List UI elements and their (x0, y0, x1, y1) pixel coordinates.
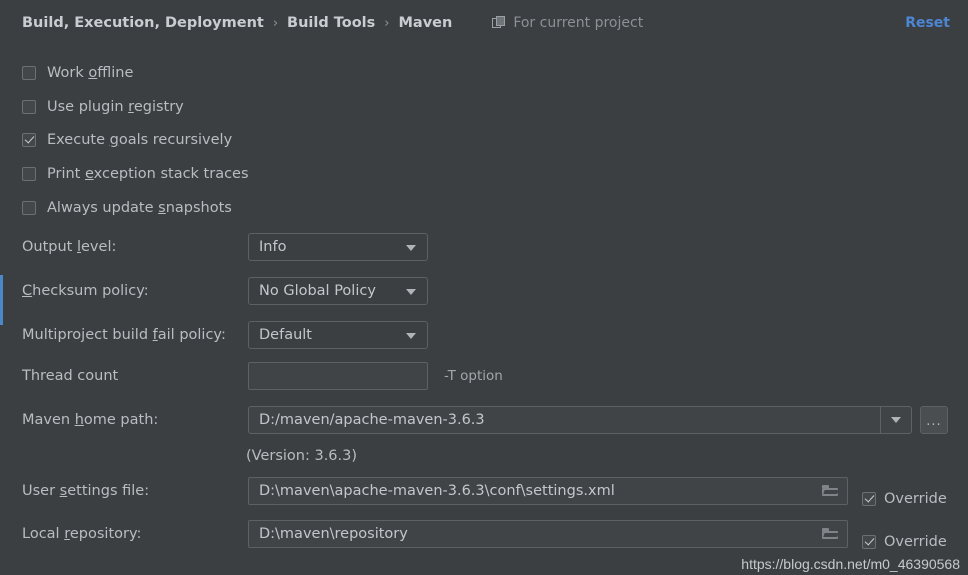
checkbox-row-print-exception-stack-traces[interactable]: Print exception stack traces (22, 161, 249, 187)
maven-home-path-browse-button[interactable]: ... (920, 406, 948, 434)
dropdown-value-checksum-policy: No Global Policy (259, 283, 376, 299)
dropdown-value-output-level: Info (259, 239, 287, 255)
label-multiproject-build-fail-policy: Multiproject build fail policy: (22, 327, 226, 343)
chevron-down-icon (406, 289, 416, 295)
scope-indicator: For current project (492, 15, 643, 31)
dropdown-output-level[interactable]: Info (248, 233, 428, 261)
breadcrumb-item-0[interactable]: Build, Execution, Deployment (22, 15, 264, 31)
override-row-user-settings-file[interactable]: Override (862, 491, 947, 507)
label-output-level: Output level: (22, 239, 117, 255)
input-local-repository[interactable]: D:\maven\repository (248, 520, 848, 548)
input-value-user-settings-file: D:\maven\apache-maven-3.6.3\conf\setting… (259, 483, 615, 499)
chevron-down-icon (891, 417, 901, 423)
watermark: https://blog.csdn.net/m0_46390568 (741, 556, 960, 572)
checkbox-print-exception-stack-traces[interactable] (22, 167, 36, 181)
checkbox-use-plugin-registry[interactable] (22, 100, 36, 114)
chevron-down-icon (406, 245, 416, 251)
field-row-output-level: Output level: Info (22, 233, 428, 261)
maven-home-path-dropdown-button[interactable] (880, 407, 911, 433)
breadcrumb: Build, Execution, Deployment › Build Too… (22, 15, 452, 31)
checkbox-work-offline[interactable] (22, 66, 36, 80)
chevron-down-icon (406, 333, 416, 339)
field-row-maven-home-path: Maven home path: D:/maven/apache-maven-3… (22, 406, 948, 434)
hint-thread-count: -T option (444, 368, 503, 384)
maven-version-note: (Version: 3.6.3) (246, 448, 358, 464)
field-row-local-repository: Local repository: D:\maven\repository (22, 520, 848, 548)
checkbox-row-work-offline[interactable]: Work offline (22, 60, 133, 86)
layers-icon (492, 16, 506, 30)
label-maven-home-path: Maven home path: (22, 412, 159, 428)
label-thread-count: Thread count (22, 368, 119, 384)
checkbox-override-user-settings-file[interactable] (862, 492, 876, 506)
breadcrumb-separator-0: › (272, 15, 279, 31)
field-row-user-settings-file: User settings file: D:\maven\apache-mave… (22, 477, 848, 505)
checkbox-override-local-repository[interactable] (862, 535, 876, 549)
checkbox-row-execute-goals-recursively[interactable]: Execute goals recursively (22, 127, 232, 153)
override-row-local-repository[interactable]: Override (862, 534, 947, 550)
maven-settings-form: Work offline Use plugin registry Execute… (0, 46, 968, 575)
checkbox-row-always-update-snapshots[interactable]: Always update snapshots (22, 195, 232, 221)
checkbox-row-use-plugin-registry[interactable]: Use plugin registry (22, 94, 184, 120)
label-checksum-policy: Checksum policy: (22, 283, 149, 299)
field-row-checksum-policy: Checksum policy: No Global Policy (22, 277, 428, 305)
breadcrumb-item-1[interactable]: Build Tools (287, 15, 375, 31)
settings-header: Build, Execution, Deployment › Build Too… (0, 0, 968, 46)
label-override-local-repository: Override (884, 534, 947, 550)
scope-label: For current project (513, 15, 644, 31)
label-local-repository: Local repository: (22, 526, 142, 542)
label-user-settings-file: User settings file: (22, 483, 150, 499)
checkbox-label-always-update-snapshots: Always update snapshots (47, 200, 232, 216)
label-override-user-settings-file: Override (884, 491, 947, 507)
checkbox-execute-goals-recursively[interactable] (22, 133, 36, 147)
dropdown-multiproject-build-fail-policy[interactable]: Default (248, 321, 428, 349)
dropdown-value-multiproject-build-fail-policy: Default (259, 327, 312, 343)
breadcrumb-separator-1: › (384, 15, 390, 31)
field-row-multiproject-build-fail-policy: Multiproject build fail policy: Default (22, 321, 428, 349)
checkbox-label-work-offline: Work offline (47, 65, 134, 81)
input-value-local-repository: D:\maven\repository (259, 526, 408, 542)
input-user-settings-file[interactable]: D:\maven\apache-maven-3.6.3\conf\setting… (248, 477, 848, 505)
combo-value-maven-home-path: D:/maven/apache-maven-3.6.3 (259, 412, 485, 428)
combo-maven-home-path[interactable]: D:/maven/apache-maven-3.6.3 (248, 406, 912, 434)
folder-icon[interactable] (822, 528, 839, 540)
breadcrumb-item-2[interactable]: Maven (398, 15, 452, 31)
field-row-thread-count: Thread count -T option (22, 362, 503, 390)
dropdown-checksum-policy[interactable]: No Global Policy (248, 277, 428, 305)
input-thread-count[interactable] (248, 362, 428, 390)
reset-button[interactable]: Reset (905, 15, 950, 31)
folder-icon[interactable] (822, 485, 839, 497)
checkbox-label-print-exception-stack-traces: Print exception stack traces (47, 166, 249, 182)
checkbox-label-execute-goals-recursively: Execute goals recursively (47, 132, 233, 148)
checkbox-label-use-plugin-registry: Use plugin registry (47, 99, 184, 115)
checkbox-always-update-snapshots[interactable] (22, 201, 36, 215)
